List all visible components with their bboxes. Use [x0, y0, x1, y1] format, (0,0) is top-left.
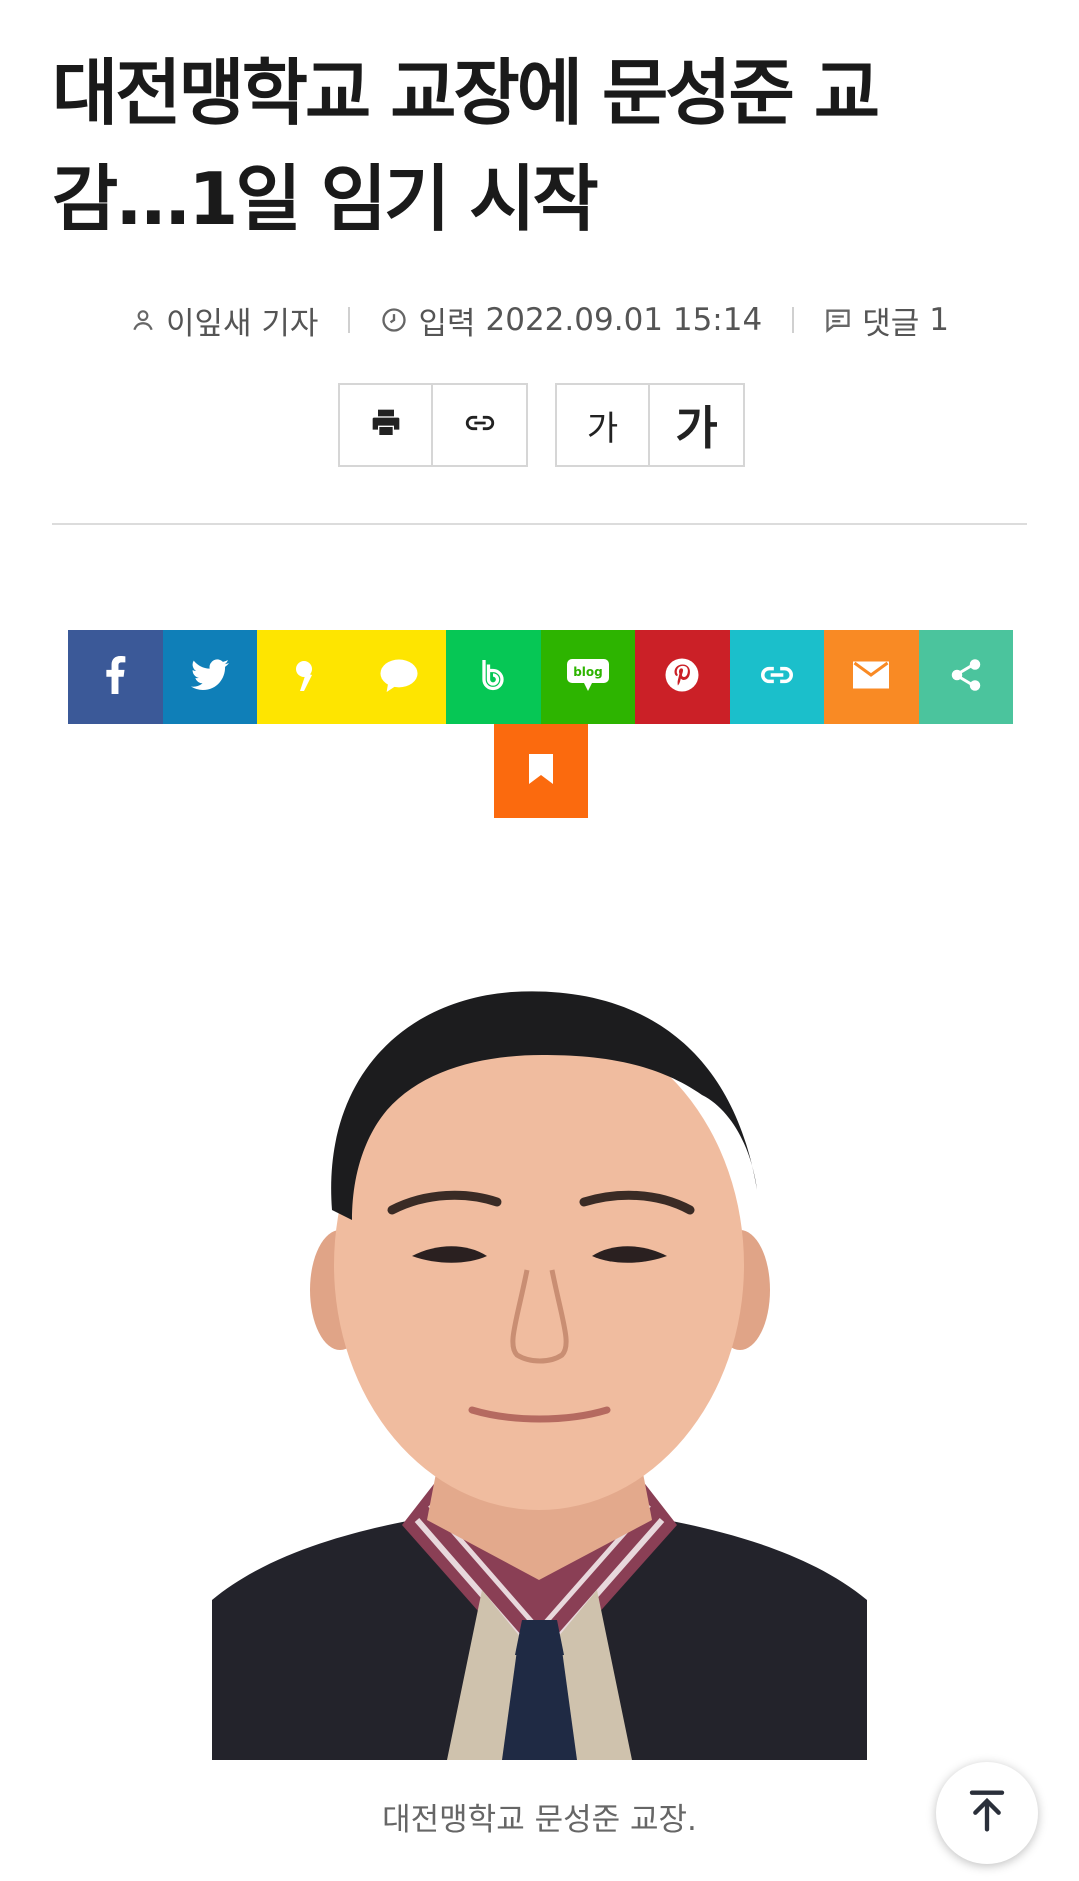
reporter-name: 이잎새 기자 [166, 305, 319, 342]
naver-blog-icon: blog [566, 657, 610, 697]
pinterest-icon [664, 657, 700, 697]
printer-icon [370, 407, 402, 443]
photo-caption: 대전맹학교 문성준 교장. [382, 1802, 697, 1838]
twitter-icon [190, 659, 229, 695]
share-bar: blog [68, 630, 1013, 818]
article-title: 대전맹학교 교장에 문성준 교 감...1일 임기 시작 [52, 40, 1032, 252]
comment-icon [824, 306, 852, 334]
kakaostory-icon [294, 659, 314, 695]
person-icon [130, 307, 156, 333]
comments-label: 댓글 [862, 305, 920, 342]
article-photo [212, 960, 867, 1760]
article-title-line2: 감...1일 임기 시작 [52, 157, 599, 241]
link-share-button[interactable] [729, 630, 824, 724]
article-title-line1: 대전맹학교 교장에 문성준 교 [52, 51, 880, 135]
link-icon [758, 656, 796, 698]
facebook-icon [104, 656, 126, 698]
published-label: 입력 [418, 305, 476, 342]
article-tools: 가 가 [338, 383, 745, 467]
published-info: 입력 2022.09.01 15:14 [380, 298, 762, 343]
print-button[interactable] [340, 385, 433, 465]
header-divider [52, 523, 1027, 525]
published-date: 2022.09.01 15:14 [485, 302, 763, 338]
pinterest-share-button[interactable] [635, 630, 730, 724]
font-decrease-button[interactable]: 가 [557, 385, 650, 465]
facebook-share-button[interactable] [68, 630, 163, 724]
comments-count: 1 [929, 302, 949, 338]
more-share-button[interactable] [918, 630, 1013, 724]
font-size-group: 가 가 [555, 383, 745, 467]
share-icon [948, 657, 984, 697]
kakaostory-share-button[interactable] [257, 630, 352, 724]
bookmark-icon [528, 754, 553, 788]
share-row: blog [68, 630, 1013, 724]
meta-divider [348, 307, 351, 333]
kakaotalk-icon [380, 658, 418, 696]
link-icon [463, 406, 497, 444]
bookmark-button[interactable] [493, 724, 588, 818]
reporter-info[interactable]: 이잎새 기자 [130, 298, 318, 343]
svg-text:blog: blog [573, 665, 603, 679]
back-to-top-button[interactable] [936, 1762, 1038, 1864]
meta-divider [792, 307, 795, 333]
naver-blog-share-button[interactable]: blog [540, 630, 635, 724]
twitter-share-button[interactable] [162, 630, 257, 724]
copy-link-button[interactable] [433, 385, 526, 465]
band-icon [475, 657, 511, 697]
comments-info[interactable]: 댓글 1 [824, 298, 949, 343]
article-meta: 이잎새 기자 입력 2022.09.01 15:14 댓글 1 [0, 298, 1079, 343]
email-icon [853, 661, 890, 693]
kakaotalk-share-button[interactable] [351, 630, 446, 724]
clock-icon [380, 306, 408, 334]
portrait-image [212, 960, 867, 1760]
print-link-group [338, 383, 528, 467]
arrow-up-to-top-icon [967, 1789, 1007, 1837]
share-row-2 [68, 724, 1013, 818]
band-share-button[interactable] [446, 630, 541, 724]
font-increase-button[interactable]: 가 [650, 385, 743, 465]
email-share-button[interactable] [824, 630, 919, 724]
